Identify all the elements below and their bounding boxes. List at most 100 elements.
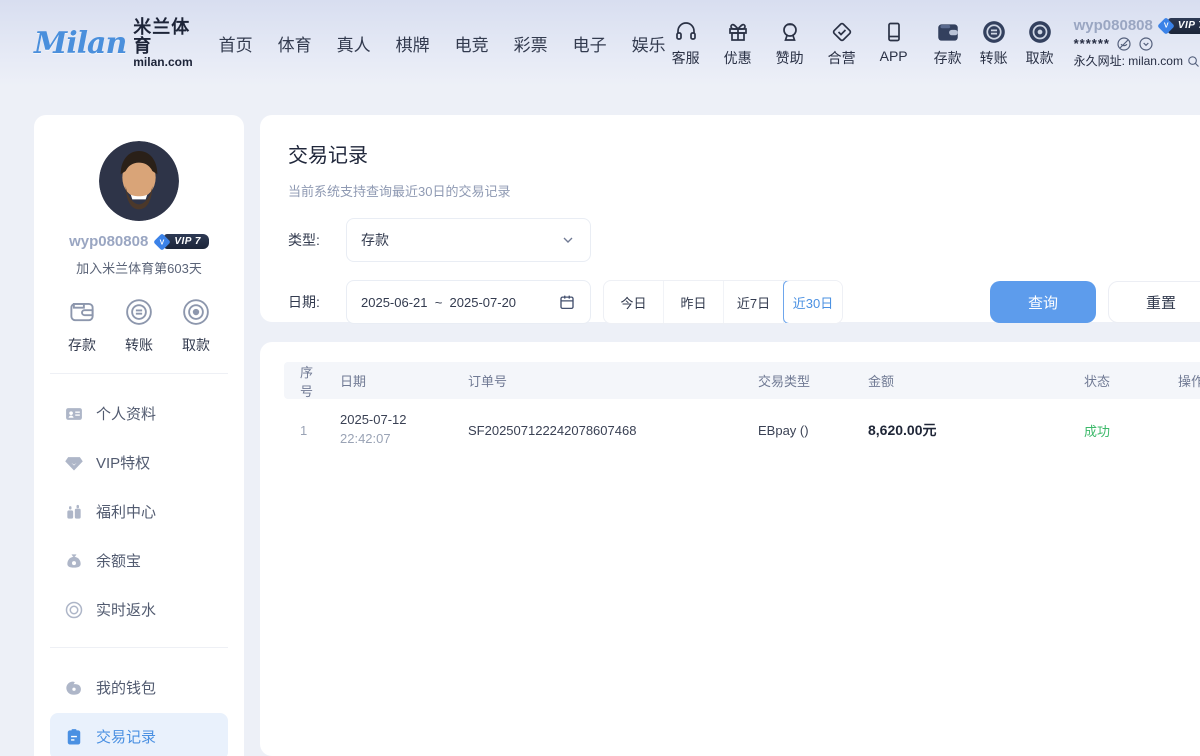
site-logo[interactable]: Milan 米兰体育 milan.com — [34, 18, 193, 68]
row-type: EBpay () — [750, 423, 860, 438]
row-index: 1 — [284, 423, 332, 438]
sidebar-item-yuebao[interactable]: 余额宝 — [50, 537, 228, 584]
nav-sports[interactable]: 体育 — [278, 31, 312, 56]
date-range-picker[interactable] — [346, 280, 591, 324]
logo-script-text: Milan — [34, 26, 126, 61]
transfer-label: 转账 — [980, 48, 1008, 68]
sidebar-item-yuebao-label: 余额宝 — [96, 550, 141, 571]
row-datetime: 2025-07-12 22:42:07 — [332, 411, 460, 449]
col-type: 交易类型 — [750, 371, 860, 390]
deposit-button[interactable]: 存款 — [928, 19, 968, 68]
search-button[interactable]: 查询 — [990, 281, 1096, 323]
sponsorship-button[interactable]: 赞助 — [770, 19, 810, 68]
sidebar-vip-badge: V VIP 7 — [154, 234, 209, 250]
sidebar-username: wyp080808 — [69, 233, 148, 250]
transfer-button[interactable]: 转账 — [974, 19, 1014, 68]
col-date: 日期 — [332, 371, 460, 390]
sidebar-transfer-button[interactable]: 转账 — [113, 297, 165, 355]
date-range-input[interactable] — [361, 295, 558, 310]
benefits-icon — [64, 502, 84, 522]
vip-badge: V VIP 7 — [1158, 18, 1200, 35]
promotions-label: 优惠 — [724, 48, 752, 68]
nav-home[interactable]: 首页 — [219, 31, 253, 56]
page-subtitle: 当前系统支持查询最近30日的交易记录 — [288, 181, 1200, 200]
nav-live-casino[interactable]: 真人 — [337, 31, 371, 56]
my-wallet-icon — [64, 678, 84, 698]
transfer-icon — [981, 19, 1007, 45]
nav-esports[interactable]: 电竞 — [455, 31, 489, 56]
sidebar-item-benefits-label: 福利中心 — [96, 501, 156, 522]
chevron-down-circle-icon[interactable] — [1138, 36, 1154, 52]
withdraw-outline-icon — [181, 297, 211, 327]
transaction-records-icon — [64, 727, 84, 747]
money-bag-icon — [64, 551, 84, 571]
table-row: 1 2025-07-12 22:42:07 SF2025071222420786… — [284, 399, 1200, 461]
masked-balance: ****** — [1074, 36, 1110, 52]
customer-service-button[interactable]: 客服 — [666, 19, 706, 68]
col-index: 序号 — [284, 362, 332, 400]
sidebar-item-vip[interactable]: VIP特权 — [50, 439, 228, 486]
page-title: 交易记录 — [288, 139, 1200, 168]
mobile-icon — [881, 19, 907, 45]
header-wallet-links: 存款 转账 取款 — [928, 19, 1060, 68]
top-navbar: Milan 米兰体育 milan.com 首页 体育 真人 棋牌 电竞 彩票 电… — [0, 0, 1200, 86]
id-card-icon — [64, 404, 84, 424]
sidebar-menu-bottom: 我的钱包 交易记录 — [48, 648, 230, 756]
sidebar-menu: 个人资料 VIP特权 福利中心 余额宝 — [48, 374, 230, 633]
sidebar-quick-actions: 存款 转账 取款 — [48, 277, 230, 373]
filter-panel: 交易记录 当前系统支持查询最近30日的交易记录 类型: 存款 日期: — [260, 115, 1200, 322]
col-status: 状态 — [1076, 371, 1160, 390]
deposit-label: 存款 — [934, 48, 962, 68]
withdraw-label: 取款 — [1026, 48, 1054, 68]
col-action: 操作 — [1160, 371, 1200, 390]
type-select[interactable]: 存款 — [346, 218, 591, 262]
affiliate-button[interactable]: 合营 — [822, 19, 862, 68]
app-download-button[interactable]: APP — [874, 19, 914, 68]
sidebar-item-transaction-records[interactable]: 交易记录 — [50, 713, 228, 756]
sidebar-withdraw-button[interactable]: 取款 — [170, 297, 222, 355]
sidebar-item-rebate[interactable]: 实时返水 — [50, 586, 228, 633]
range-today-button[interactable]: 今日 — [604, 281, 664, 323]
sidebar-item-my-wallet-label: 我的钱包 — [96, 677, 156, 698]
withdraw-coin-icon — [1027, 19, 1053, 45]
transfer-outline-icon — [124, 297, 154, 327]
row-status: 成功 — [1076, 421, 1160, 440]
type-filter-label: 类型: — [288, 230, 346, 250]
sidebar-item-benefits[interactable]: 福利中心 — [50, 488, 228, 535]
sidebar-transfer-label: 转账 — [125, 335, 153, 355]
reset-button[interactable]: 重置 — [1108, 281, 1200, 323]
sidebar-deposit-label: 存款 — [68, 335, 96, 355]
nav-entertainment[interactable]: 娱乐 — [632, 31, 666, 56]
promotions-button[interactable]: 优惠 — [718, 19, 758, 68]
sidebar-withdraw-label: 取款 — [182, 335, 210, 355]
trophy-icon — [777, 19, 803, 45]
col-order-no: 订单号 — [460, 371, 750, 390]
range-yesterday-button[interactable]: 昨日 — [664, 281, 724, 323]
withdraw-button[interactable]: 取款 — [1020, 19, 1060, 68]
gem-icon — [64, 453, 84, 473]
row-time: 22:42:07 — [340, 431, 391, 446]
quick-range-group: 今日 昨日 近7日 近30日 — [603, 280, 843, 324]
sidebar-item-vip-label: VIP特权 — [96, 452, 150, 473]
sidebar-deposit-button[interactable]: 存款 — [56, 297, 108, 355]
affiliate-label: 合营 — [828, 48, 856, 68]
logo-cn-text: 米兰体育 — [133, 18, 192, 56]
nav-lottery[interactable]: 彩票 — [514, 31, 548, 56]
sidebar-avatar[interactable] — [99, 141, 179, 221]
col-amount: 金额 — [860, 371, 1060, 390]
range-7days-button[interactable]: 近7日 — [724, 281, 784, 323]
records-table-panel: 序号 日期 订单号 交易类型 金额 状态 操作 1 2025-07-12 22:… — [260, 342, 1200, 756]
username-text[interactable]: wyp080808 — [1074, 17, 1153, 36]
sidebar-item-my-wallet[interactable]: 我的钱包 — [50, 664, 228, 711]
nav-card-games[interactable]: 棋牌 — [396, 31, 430, 56]
eye-slash-icon[interactable] — [1116, 36, 1132, 52]
sidebar-item-profile[interactable]: 个人资料 — [50, 390, 228, 437]
table-header-row: 序号 日期 订单号 交易类型 金额 状态 操作 — [284, 362, 1200, 399]
nav-slots[interactable]: 电子 — [573, 31, 607, 56]
chevron-down-icon — [560, 232, 576, 248]
magnifier-icon[interactable] — [1186, 54, 1200, 70]
permanent-url-text: 永久网址: milan.com — [1074, 54, 1183, 69]
headset-icon — [673, 19, 699, 45]
user-info-block: wyp080808 V VIP 7 ****** 永久网址: milan.com — [1074, 17, 1200, 70]
range-30days-button[interactable]: 近30日 — [783, 280, 843, 324]
